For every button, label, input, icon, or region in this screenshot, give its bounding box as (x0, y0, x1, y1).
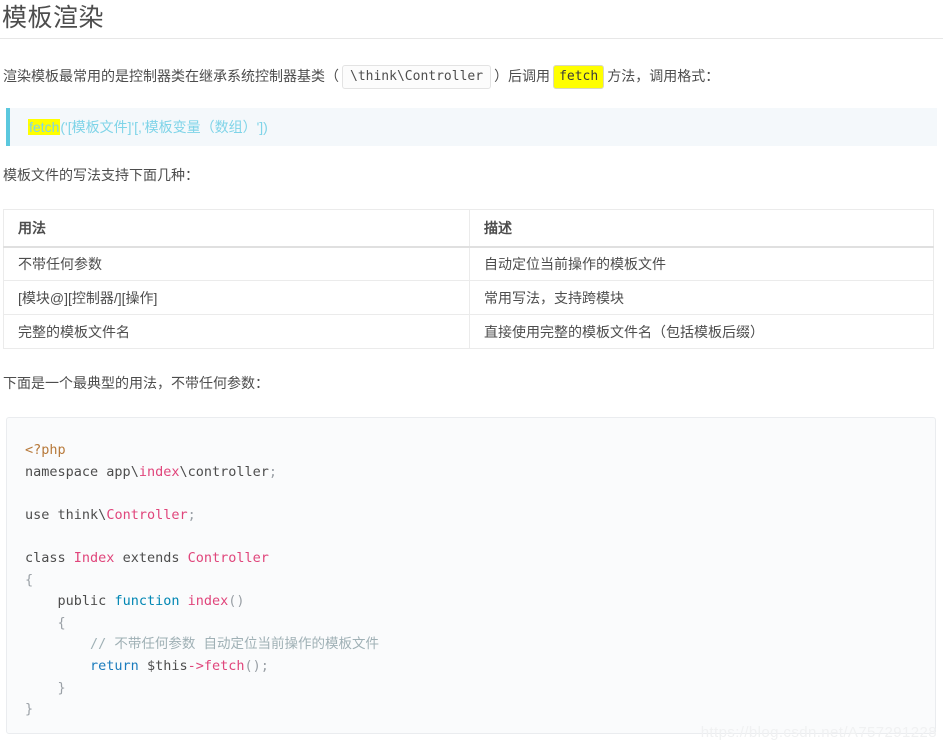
table-row: 不带任何参数 自动定位当前操作的模板文件 (3, 246, 934, 281)
inline-code-controller: \think\Controller (342, 65, 492, 90)
table-header-row: 用法 描述 (3, 209, 934, 248)
usage-table: 用法 描述 不带任何参数 自动定位当前操作的模板文件 [模块@][控制器/][操… (3, 209, 934, 349)
title-divider (0, 38, 943, 39)
table-row: [模块@][控制器/][操作] 常用写法，支持跨模块 (3, 280, 934, 315)
table-cell-usage: [模块@][控制器/][操作] (3, 280, 470, 315)
signature-method-name: fetch (28, 119, 61, 135)
intro-text-part3: 方法，调用格式： (607, 68, 720, 84)
signature-arguments: ('[模板文件]'[,'模板变量（数组）']) (60, 119, 268, 135)
table-cell-description: 常用写法，支持跨模块 (469, 280, 934, 315)
table-cell-description: 自动定位当前操作的模板文件 (469, 246, 934, 281)
table-cell-usage: 不带任何参数 (3, 246, 470, 281)
inline-code-fetch: fetch (553, 65, 605, 90)
intro-text-part2: ）后调用 (494, 68, 551, 84)
table-cell-description: 直接使用完整的模板文件名（包括模板后缀） (469, 314, 934, 349)
table-row: 完整的模板文件名 直接使用完整的模板文件名（包括模板后缀） (3, 314, 934, 349)
table-header-usage: 用法 (3, 209, 470, 248)
php-code-block: <?php namespace app\index\controller; us… (6, 417, 936, 734)
example-intro-paragraph: 下面是一个最典型的用法，不带任何参数： (3, 375, 269, 391)
signature-note-box: fetch('[模板文件]'[,'模板变量（数组）']) (6, 108, 937, 146)
table-cell-usage: 完整的模板文件名 (3, 314, 470, 349)
table-header-description: 描述 (469, 209, 934, 248)
page-title: 模板渲染 (2, 4, 105, 32)
usage-intro-paragraph: 模板文件的写法支持下面几种： (3, 167, 199, 183)
php-code-content: <?php namespace app\index\controller; us… (7, 418, 935, 721)
signature-note-text: fetch('[模板文件]'[,'模板变量（数组）']) (28, 117, 268, 137)
php-code-tokens: <?php namespace app\index\controller; us… (25, 442, 380, 718)
intro-text-part1: 渲染模板最常用的是控制器类在继承系统控制器基类（ (3, 68, 339, 84)
intro-paragraph: 渲染模板最常用的是控制器类在继承系统控制器基类（ \think\Controlle… (3, 65, 720, 90)
document-page: 模板渲染 渲染模板最常用的是控制器类在继承系统控制器基类（ \think\Cont… (0, 0, 943, 747)
